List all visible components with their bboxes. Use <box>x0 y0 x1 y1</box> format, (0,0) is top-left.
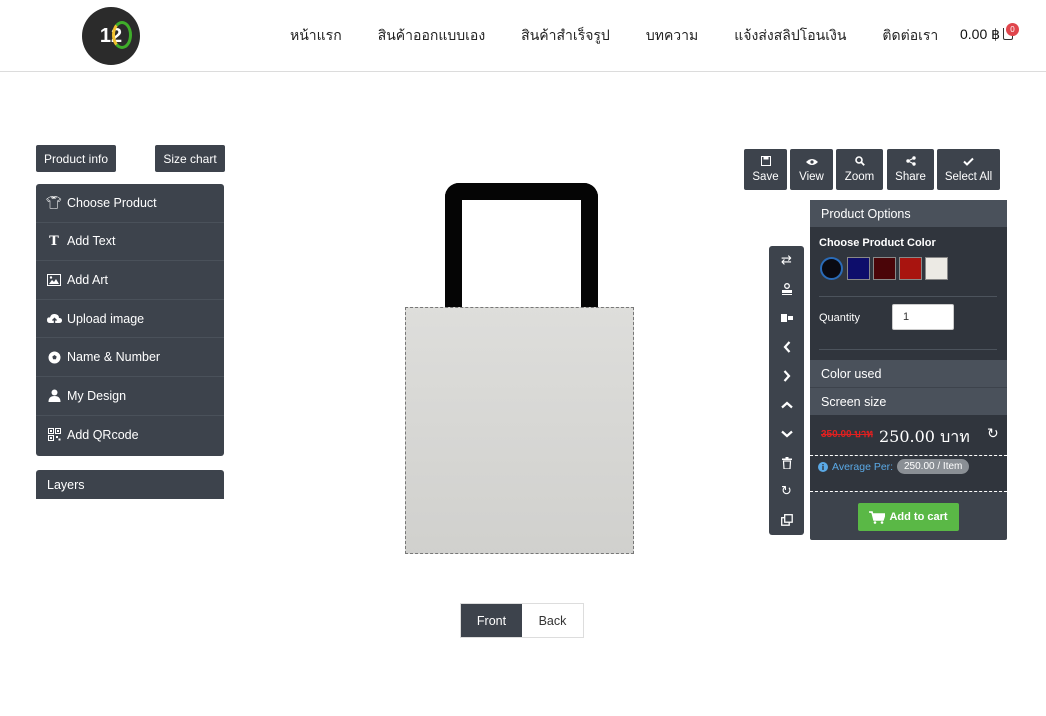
quantity-label: Quantity <box>819 312 860 324</box>
screen-size-toggle[interactable]: Screen size <box>810 388 1007 415</box>
nav-custom-products[interactable]: สินค้าออกแบบเอง <box>378 25 485 47</box>
menu-my-design[interactable]: My Design <box>36 377 224 416</box>
select-all-label: Select All <box>944 170 993 183</box>
cart-total[interactable]: 0.00 ฿ <box>960 26 1000 43</box>
menu-item-label: Add Art <box>67 272 108 287</box>
view-tabs: Front Back <box>460 603 584 638</box>
main-nav: หน้าแรก สินค้าออกแบบเอง สินค้าสำเร็จรูป … <box>290 0 974 72</box>
zoom-button[interactable]: Zoom <box>836 149 883 190</box>
stamp-icon[interactable] <box>769 275 804 304</box>
color-swatch-cream[interactable] <box>925 257 948 280</box>
quantity-input[interactable]: 1 <box>892 304 954 330</box>
color-used-toggle[interactable]: Color used <box>810 360 1007 387</box>
average-area: Average Per: 250.00 / Item <box>810 456 1007 491</box>
menu-item-label: Choose Product <box>67 195 157 210</box>
chevron-down-icon[interactable] <box>769 419 804 448</box>
menu-add-text[interactable]: T Add Text <box>36 223 224 262</box>
menu-upload-image[interactable]: Upload image <box>36 300 224 339</box>
site-header: 12 หน้าแรก สินค้าออกแบบเอง สินค้าสำเร็จร… <box>0 0 1046 72</box>
swap-icon[interactable]: ⇄ <box>769 246 804 275</box>
save-button[interactable]: Save <box>744 149 787 190</box>
share-icon <box>905 156 916 169</box>
menu-item-label: Add Text <box>67 234 116 249</box>
menu-item-label: Name & Number <box>67 350 161 365</box>
product-options-title: Product Options <box>810 200 1007 227</box>
tab-back[interactable]: Back <box>522 604 583 637</box>
info-icon <box>818 462 828 472</box>
save-label: Save <box>752 171 779 183</box>
color-swatch-black[interactable] <box>820 257 843 280</box>
shirt-icon: 👕︎ <box>45 194 63 210</box>
view-button[interactable]: View <box>790 149 833 190</box>
tote-bag-handle <box>445 183 598 313</box>
chevron-up-icon[interactable] <box>769 390 804 419</box>
old-price: 350.00 บาท <box>821 429 873 440</box>
trash-icon[interactable] <box>769 448 804 477</box>
add-to-cart-button[interactable]: Add to cart <box>858 503 959 531</box>
eye-icon <box>805 157 818 169</box>
recalculate-icon[interactable]: ↻ <box>987 426 999 442</box>
current-price: 250.00 บาท <box>879 427 970 446</box>
divider <box>810 491 1007 492</box>
color-swatch-maroon[interactable] <box>873 257 896 280</box>
nav-payment-slip[interactable]: แจ้งส่งสลิปโอนเงิน <box>734 25 846 47</box>
user-icon <box>46 389 62 403</box>
view-label: View <box>799 170 824 183</box>
nav-home[interactable]: หน้าแรก <box>290 25 342 47</box>
choose-color-label: Choose Product Color <box>819 237 936 249</box>
text-icon: T <box>49 233 59 249</box>
duplicate-icon[interactable] <box>769 506 804 535</box>
cart-count-badge: 0 <box>1006 23 1019 36</box>
nav-contact[interactable]: ติดต่อเรา <box>882 25 938 47</box>
add-to-cart-label: Add to cart <box>889 511 948 523</box>
chevron-right-icon[interactable] <box>769 362 804 391</box>
divider <box>819 349 997 350</box>
soccer-ball-icon <box>46 351 62 364</box>
chevron-left-icon[interactable] <box>769 333 804 362</box>
menu-add-qrcode[interactable]: Add QRcode <box>36 416 224 455</box>
cart-icon <box>869 510 886 524</box>
zoom-label: Zoom <box>844 171 875 183</box>
average-label-text: Average Per: <box>832 461 894 473</box>
share-label: Share <box>895 171 926 183</box>
product-options-panel: Product Options Choose Product Color Qua… <box>810 200 1007 540</box>
refresh-icon[interactable]: ↻ <box>769 477 804 506</box>
site-logo[interactable]: 12 <box>82 7 140 65</box>
menu-item-label: Upload image <box>67 311 145 326</box>
menu-choose-product[interactable]: 👕︎ Choose Product <box>36 184 224 223</box>
check-icon <box>963 157 974 169</box>
average-value-badge: 250.00 / Item <box>897 459 970 474</box>
object-toolbar: ⇄ ↻ <box>769 246 804 535</box>
floppy-disk-icon <box>760 156 771 169</box>
tab-front[interactable]: Front <box>461 604 522 637</box>
share-button[interactable]: Share <box>887 149 934 190</box>
layers-panel-header[interactable]: Layers <box>36 470 224 499</box>
select-all-button[interactable]: Select All <box>937 149 1000 190</box>
size-chart-button[interactable]: Size chart <box>155 145 225 172</box>
menu-item-label: My Design <box>67 388 127 403</box>
qrcode-icon <box>46 428 62 442</box>
price-area: 350.00 บาท 250.00 บาท ↻ <box>810 415 1007 455</box>
cloud-upload-icon <box>46 313 62 325</box>
color-swatch-navy[interactable] <box>847 257 870 280</box>
design-menu: 👕︎ Choose Product T Add Text Add Art Upl… <box>36 184 224 456</box>
product-options-body: Choose Product Color Quantity 1 <box>810 227 1007 360</box>
menu-add-art[interactable]: Add Art <box>36 261 224 300</box>
nav-ready-products[interactable]: สินค้าสำเร็จรูป <box>521 25 610 47</box>
menu-name-number[interactable]: Name & Number <box>36 338 224 377</box>
align-icon[interactable] <box>769 304 804 333</box>
tote-bag-design-area[interactable] <box>405 307 634 554</box>
color-swatch-red[interactable] <box>899 257 922 280</box>
divider <box>819 296 997 297</box>
search-icon <box>854 156 865 169</box>
menu-item-label: Add QRcode <box>67 427 139 442</box>
nav-articles[interactable]: บทความ <box>646 25 698 47</box>
image-icon <box>46 273 62 286</box>
average-label: Average Per: <box>818 461 893 473</box>
product-info-button[interactable]: Product info <box>36 145 116 172</box>
logo-ring-icon <box>112 21 132 49</box>
